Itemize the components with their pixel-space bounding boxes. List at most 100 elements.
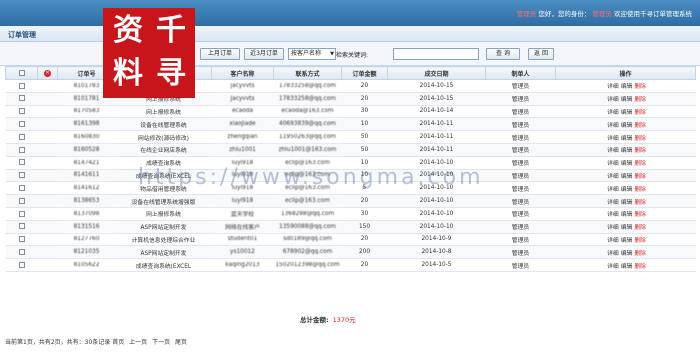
edit-link[interactable]: 编辑 <box>621 174 633 180</box>
row-checkbox[interactable] <box>18 197 25 204</box>
filter-select[interactable]: 按客户名称 ▼ <box>288 48 336 60</box>
detail-link[interactable]: 详细 <box>607 251 619 257</box>
row-select-cell[interactable] <box>5 117 38 132</box>
detail-link[interactable]: 详细 <box>607 212 619 218</box>
delete-link[interactable]: 删除 <box>634 110 646 116</box>
order-amount: 30 <box>341 207 388 221</box>
last-page-link[interactable]: 尾页 <box>175 339 187 346</box>
row-select-cell[interactable] <box>5 105 38 119</box>
row-checkbox[interactable] <box>18 185 25 192</box>
row-select-cell[interactable] <box>5 79 38 93</box>
edit-link[interactable]: 编辑 <box>621 123 633 129</box>
edit-link[interactable]: 编辑 <box>621 238 633 244</box>
delete-link[interactable]: 删除 <box>634 264 646 270</box>
row-spacer <box>37 245 58 260</box>
row-checkbox[interactable] <box>18 210 25 217</box>
row-select-cell[interactable] <box>5 130 38 144</box>
row-checkbox[interactable] <box>18 133 25 140</box>
edit-link[interactable]: 编辑 <box>621 264 633 270</box>
row-checkbox[interactable] <box>18 172 25 179</box>
delete-link[interactable]: 删除 <box>634 123 646 129</box>
edit-link[interactable]: 编辑 <box>621 84 633 90</box>
detail-link[interactable]: 详细 <box>607 84 619 90</box>
row-select-cell[interactable] <box>5 92 38 106</box>
last-month-button[interactable]: 上月订单 <box>200 48 240 60</box>
detail-link[interactable]: 详细 <box>607 225 619 231</box>
delete-link[interactable]: 删除 <box>634 174 646 180</box>
row-select-cell[interactable] <box>5 245 38 260</box>
delete-link[interactable]: 删除 <box>634 187 646 193</box>
delete-link[interactable]: 删除 <box>634 148 646 154</box>
delete-link[interactable]: 删除 <box>634 97 646 103</box>
edit-link[interactable]: 编辑 <box>621 110 633 116</box>
select-all-checkbox[interactable] <box>18 70 25 76</box>
row-checkbox[interactable] <box>18 146 25 153</box>
detail-link[interactable]: 详细 <box>607 264 619 270</box>
delete-link[interactable]: 删除 <box>634 225 646 231</box>
close-icon[interactable]: ✕ <box>44 69 51 77</box>
delete-link[interactable]: 删除 <box>634 251 646 257</box>
detail-link[interactable]: 详细 <box>607 136 619 142</box>
keyword-input[interactable] <box>393 48 479 60</box>
detail-link[interactable]: 详细 <box>607 200 619 206</box>
order-id: 8147421 <box>57 156 116 170</box>
detail-link[interactable]: 详细 <box>607 110 619 116</box>
first-page-link[interactable]: 首页 <box>112 339 124 346</box>
delete-link[interactable]: 删除 <box>634 200 646 206</box>
row-checkbox[interactable] <box>18 249 25 255</box>
row-select-cell[interactable] <box>5 169 38 183</box>
col-amount: 订单金额 <box>341 66 388 80</box>
next-page-link[interactable]: 下一页 <box>152 339 170 346</box>
row-select-cell[interactable] <box>5 194 38 208</box>
row-checkbox[interactable] <box>18 236 25 243</box>
delete-all-cell[interactable]: ✕ <box>37 66 58 80</box>
edit-link[interactable]: 编辑 <box>621 212 633 218</box>
edit-link[interactable]: 编辑 <box>621 136 633 142</box>
delete-link[interactable]: 删除 <box>634 84 646 90</box>
prev-page-link[interactable]: 上一页 <box>129 339 147 346</box>
client-name: jacyvvts <box>211 79 274 93</box>
row-select-cell[interactable] <box>5 258 38 272</box>
deal-date: 2014-10-14 <box>387 105 486 119</box>
edit-link[interactable]: 编辑 <box>621 187 633 193</box>
row-checkbox[interactable] <box>18 108 25 115</box>
order-id: 8131516 <box>57 220 116 234</box>
total-amount: 总计金额: 1370元 <box>300 314 356 324</box>
detail-link[interactable]: 详细 <box>607 123 619 129</box>
detail-link[interactable]: 详细 <box>607 97 619 103</box>
edit-link[interactable]: 编辑 <box>621 148 633 154</box>
row-select-cell[interactable] <box>5 220 38 234</box>
delete-link[interactable]: 删除 <box>634 212 646 218</box>
edit-link[interactable]: 编辑 <box>621 225 633 231</box>
row-checkbox[interactable] <box>18 223 25 230</box>
row-checkbox[interactable] <box>18 95 25 102</box>
last-3-months-button[interactable]: 近3月订单 <box>244 48 284 60</box>
row-select-cell[interactable] <box>5 156 38 170</box>
search-button[interactable]: 查 询 <box>486 48 520 60</box>
delete-link[interactable]: 删除 <box>634 161 646 167</box>
edit-link[interactable]: 编辑 <box>621 251 633 257</box>
row-checkbox[interactable] <box>18 159 25 166</box>
row-select-cell[interactable] <box>5 143 38 157</box>
edit-link[interactable]: 编辑 <box>621 161 633 167</box>
row-select-cell[interactable] <box>5 181 38 196</box>
delete-link[interactable]: 删除 <box>634 238 646 244</box>
delete-link[interactable]: 删除 <box>634 136 646 142</box>
row-checkbox[interactable] <box>18 82 25 89</box>
back-button[interactable]: 返 回 <box>528 48 554 60</box>
row-checkbox[interactable] <box>18 121 25 128</box>
row-checkbox[interactable] <box>18 261 25 268</box>
detail-link[interactable]: 详细 <box>607 187 619 193</box>
edit-link[interactable]: 编辑 <box>621 200 633 206</box>
edit-link[interactable]: 编辑 <box>621 97 633 103</box>
row-actions: 详细 编辑 删除 <box>555 79 696 93</box>
select-all-cell[interactable] <box>5 66 38 80</box>
row-select-cell[interactable] <box>5 233 38 247</box>
row-select-cell[interactable] <box>5 207 38 221</box>
detail-link[interactable]: 详细 <box>607 148 619 154</box>
col-maker: 制单人 <box>485 66 556 80</box>
detail-link[interactable]: 详细 <box>607 174 619 180</box>
row-spacer <box>37 194 58 208</box>
detail-link[interactable]: 详细 <box>607 238 619 244</box>
detail-link[interactable]: 详细 <box>607 161 619 167</box>
